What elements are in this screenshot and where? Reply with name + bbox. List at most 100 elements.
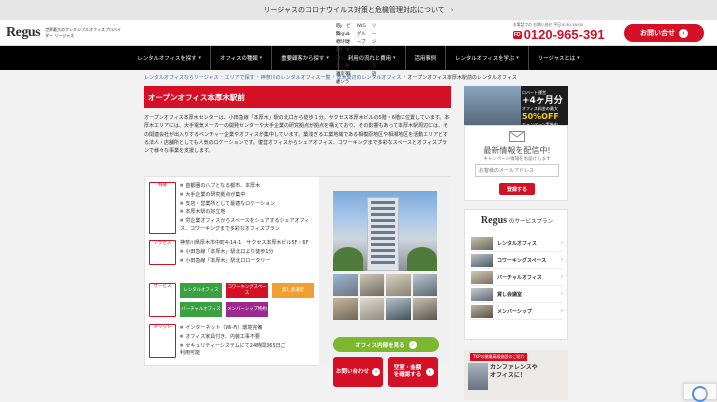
- photo-thumbnail[interactable]: [386, 274, 411, 296]
- plan-thumbnail: [471, 270, 493, 284]
- nav-item-learn[interactable]: レンタルオフィスを学ぶ ▾: [446, 46, 529, 70]
- photo-thumbnail[interactable]: [412, 298, 437, 320]
- phone-number[interactable]: FD 0120-965-391: [513, 28, 625, 42]
- nav-item-cases[interactable]: 活用事例: [406, 46, 447, 70]
- breadcrumb-atsugi[interactable]: 厚木周辺のレンタルオフィス: [336, 74, 401, 81]
- plan-item-coworking[interactable]: コワーキングスペース ›: [471, 252, 563, 269]
- tkp-building-image: [468, 363, 488, 390]
- plan-title: のサービスプラン: [509, 218, 554, 225]
- caret-down-icon: ▾: [198, 55, 202, 61]
- recaptcha-badge[interactable]: [683, 383, 717, 402]
- service-meeting-room[interactable]: 貸し会議室: [272, 283, 314, 298]
- photo-thumbnail[interactable]: [359, 274, 384, 296]
- features-tag: 特徴: [149, 182, 176, 234]
- contact-button[interactable]: お問い合せ ›: [624, 24, 704, 42]
- photo-thumbnail[interactable]: [412, 274, 437, 296]
- mail-icon: [509, 131, 525, 142]
- regus-logo[interactable]: Regus 世界最大のフレキシブルオフィスプロバイダー リージャス: [6, 25, 123, 41]
- tkp-ribbon: TKPの開業高級施設のご紹介: [470, 353, 528, 361]
- chevron-right-icon: ›: [450, 6, 454, 14]
- page-body: レンタルオフィスならリージャス › エリアで探す › 神奈川のレンタルオフィス一覧 ›…: [0, 70, 717, 400]
- caret-down-icon: ▾: [326, 55, 329, 61]
- email-input[interactable]: [475, 164, 559, 177]
- service-grid: レンタルオフィス コワーキングスペース 貸し会議室 バーチャルオフィス メンバー…: [180, 283, 314, 317]
- tkp-banner[interactable]: TKPの開業高級施設のご紹介 カンファレンスや オフィスに！: [464, 350, 568, 400]
- plan-item-membership[interactable]: メンバーシップ ›: [471, 303, 563, 320]
- plan-thumbnail: [471, 287, 493, 301]
- chevron-right-icon: ›: [561, 308, 563, 314]
- photo-area: オフィス内部を見る › お問い合わせ › 空室・金額を確認する ›: [319, 177, 451, 387]
- logo-wordmark: Regus: [6, 24, 41, 40]
- office-info-box: 特徴 首都圏の八ブとなる都市、本厚木 大手企業の研究拠点が集中 支店・営業所とし…: [144, 176, 451, 387]
- nav-item-office-types[interactable]: オフィスの種類 ▾: [211, 46, 273, 70]
- merit-item: インターネット（Wi-Fi）環境完備: [180, 324, 290, 333]
- inquiry-button[interactable]: お問い合わせ ›: [333, 357, 383, 387]
- feature-item: 首都圏の八ブとなる都市、本厚木: [180, 182, 315, 191]
- nav-item-about[interactable]: リージャスとは ▾: [529, 46, 589, 70]
- phone-block[interactable]: お電話での お問い合せ 平日 8:30-18:00 FD 0120-965-39…: [513, 22, 625, 42]
- caret-down-icon: ▾: [516, 55, 519, 61]
- arrow-right-icon: ›: [679, 28, 688, 38]
- notice-text[interactable]: リージャスのコロナウイルス対策と危機管理対応について: [263, 5, 444, 15]
- chevron-right-icon: ›: [561, 240, 563, 246]
- feature-item: 支店・営業所として最適なロケーション: [180, 200, 315, 209]
- register-button[interactable]: 登録する: [499, 183, 535, 195]
- office-main-photo[interactable]: [333, 191, 437, 271]
- service-virtual-office[interactable]: バーチャルオフィス: [180, 302, 222, 317]
- caret-down-icon: ▾: [259, 55, 263, 61]
- plan-thumbnail: [471, 304, 493, 318]
- merit-tag: メリット: [149, 324, 176, 359]
- access-row: アクセス 神奈川県厚木市中町4-14-1 サクセス本厚木ビル5F・6F 小田急線…: [149, 240, 315, 266]
- breadcrumb-area[interactable]: エリアで探す: [225, 74, 255, 81]
- service-rental-office[interactable]: レンタルオフィス: [180, 283, 222, 298]
- service-coworking[interactable]: コワーキングスペース: [226, 283, 268, 298]
- photo-thumbnail[interactable]: [359, 298, 384, 320]
- building-image: [367, 197, 399, 271]
- plan-item-meeting-room[interactable]: 貸し会議室 ›: [471, 286, 563, 303]
- breadcrumb-current: オープンオフィス本厚木駅前のレンタルオフィス: [407, 75, 517, 81]
- access-tag: アクセス: [149, 240, 176, 266]
- arrow-right-icon: ›: [408, 340, 417, 349]
- contact-button-label: お問い合せ: [640, 29, 675, 37]
- feature-item: 労企業オフィスからスペースをシュアするシェアオフィス、コワーキングまで多彩なオフ…: [180, 217, 315, 234]
- newsletter-subtitle: キャンペーン情報をお届けします: [483, 157, 551, 162]
- photo-thumbnails: [333, 274, 437, 320]
- caret-down-icon: ▾: [392, 55, 396, 61]
- regus-logo-small: Regus: [480, 215, 508, 226]
- service-row: サービス レンタルオフィス コワーキングスペース 貸し会議室 バーチャルオフィス…: [149, 283, 314, 317]
- caret-down-icon: ▾: [577, 55, 580, 61]
- plan-item-virtual-office[interactable]: バーチャルオフィス ›: [471, 269, 563, 286]
- photo-thumbnail[interactable]: [386, 298, 411, 320]
- plan-item-rental-office[interactable]: レンタルオフィス ›: [471, 235, 563, 252]
- arrow-right-icon: ›: [372, 368, 380, 376]
- breadcrumb-home[interactable]: レンタルオフィスならリージャス: [144, 74, 219, 81]
- features-row: 特徴 首都圏の八ブとなる都市、本厚木 大手企業の研究拠点が集中 支店・営業所とし…: [149, 182, 315, 234]
- logo-tagline: 世界最大のフレキシブルオフィスプロバイダー リージャス: [45, 26, 121, 38]
- chevron-right-icon: ›: [561, 274, 563, 280]
- merit-item: オフィス家具付き、内装工事不要: [180, 333, 290, 342]
- plan-thumbnail: [471, 253, 493, 267]
- notice-bar[interactable]: リージャスのコロナウイルス対策と危機管理対応について ›: [0, 0, 717, 20]
- view-office-button[interactable]: オフィス内部を見る ›: [333, 337, 439, 352]
- site-header: Regus 世界最大のフレキシブルオフィスプロバイダー リージャス My Reg…: [0, 20, 717, 109]
- newsletter-title: 最新情報を配信中!: [483, 146, 551, 155]
- breadcrumb: レンタルオフィスならリージャス › エリアで探す › 神奈川のレンタルオフィス一覧 ›…: [144, 74, 517, 81]
- photo-thumbnail[interactable]: [333, 298, 358, 320]
- arrow-right-icon: ›: [425, 368, 434, 376]
- nav-item-key-clients[interactable]: 重要顧客から探す ▾: [272, 46, 339, 70]
- service-plan-box: Regus のサービスプラン レンタルオフィス › コワーキングスペース › バ…: [464, 209, 568, 340]
- intro-text: オープンオフィス本厚木センターは、小田急線「本厚木」駅の北口から徒歩１分。サクセ…: [144, 115, 450, 155]
- merit-row: メリット インターネット（Wi-Fi）環境完備 オフィス家具付き、内装工事不要 …: [149, 324, 290, 359]
- chevron-right-icon: ›: [561, 257, 563, 263]
- freedial-icon: FD: [513, 31, 522, 39]
- station-item: 小田急線「本厚木」駅北口ロータリー: [180, 257, 315, 266]
- service-membership[interactable]: メンバーシップ特約: [226, 302, 268, 317]
- plan-thumbnail: [471, 236, 493, 250]
- chevron-right-icon: ›: [561, 291, 563, 297]
- page-title: オープンオフィス本厚木駅前: [144, 86, 451, 108]
- check-availability-button[interactable]: 空室・金額を確認する ›: [388, 357, 438, 387]
- address-text: 神奈川県厚木市中町4-14-1 サクセス本厚木ビル5F・6F: [180, 240, 309, 246]
- photo-thumbnail[interactable]: [333, 274, 358, 296]
- breadcrumb-kanagawa[interactable]: 神奈川のレンタルオフィス一覧: [261, 74, 331, 81]
- nav-item-find-office[interactable]: レンタルオフィスを探す ▾: [128, 46, 212, 70]
